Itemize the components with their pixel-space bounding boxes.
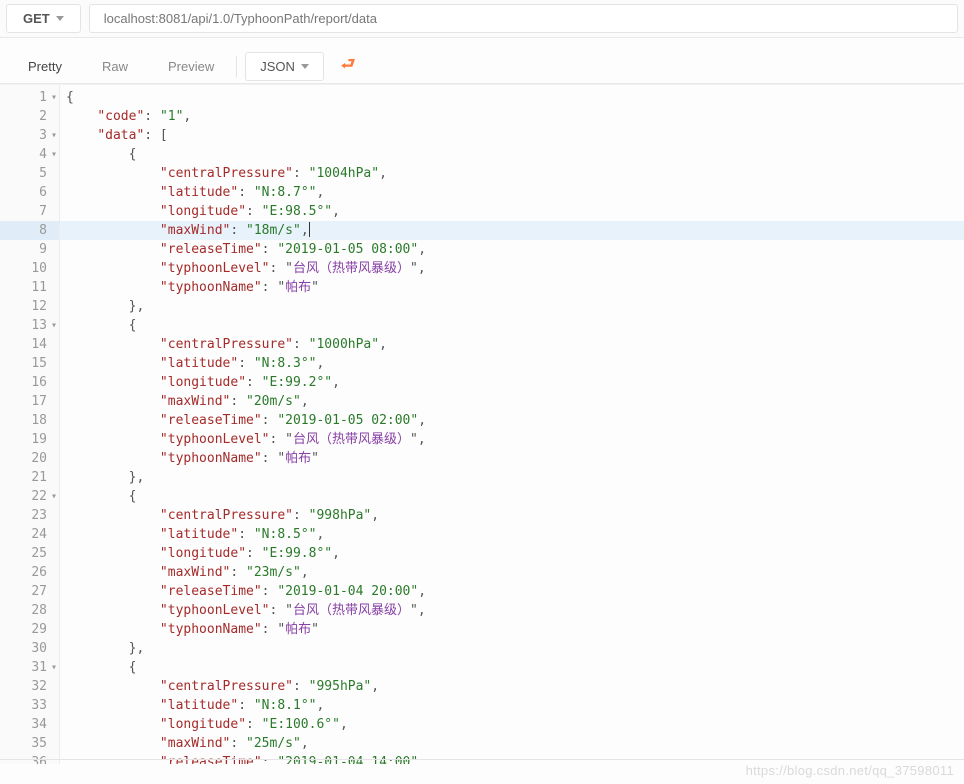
gutter-line[interactable]: 4 (0, 145, 59, 164)
gutter-line: 35 (0, 734, 59, 753)
gutter-line: 18 (0, 411, 59, 430)
http-method-label: GET (23, 11, 50, 26)
json-viewer: 1234567891011121314151617181920212223242… (0, 84, 964, 764)
gutter-line: 6 (0, 183, 59, 202)
gutter-line: 7 (0, 202, 59, 221)
code-line: "longitude": "E:99.2°", (66, 373, 964, 392)
code-line: "releaseTime": "2019-01-05 08:00", (66, 240, 964, 259)
gutter-line: 23 (0, 506, 59, 525)
gutter-line: 17 (0, 392, 59, 411)
url-input[interactable]: localhost:8081/api/1.0/TyphoonPath/repor… (89, 4, 958, 33)
line-gutter: 1234567891011121314151617181920212223242… (0, 85, 60, 764)
code-line: }, (66, 468, 964, 487)
code-line: "data": [ (66, 126, 964, 145)
code-line: { (66, 88, 964, 107)
chevron-down-icon (301, 64, 309, 69)
bottom-border (0, 759, 964, 760)
gutter-line[interactable]: 3 (0, 126, 59, 145)
gutter-line: 5 (0, 164, 59, 183)
code-line: { (66, 658, 964, 677)
spacer (0, 38, 964, 50)
response-tabs: Pretty Raw Preview JSON ⮐ (0, 50, 964, 84)
code-line: "latitude": "N:8.7°", (66, 183, 964, 202)
gutter-line: 24 (0, 525, 59, 544)
code-line: "maxWind": "23m/s", (66, 563, 964, 582)
code-line: "typhoonLevel": "台风（热带风暴级）", (66, 430, 964, 449)
watermark: https://blog.csdn.net/qq_37598011 (746, 763, 954, 778)
code-line: }, (66, 639, 964, 658)
code-line: "latitude": "N:8.1°", (66, 696, 964, 715)
gutter-line: 32 (0, 677, 59, 696)
code-line: "longitude": "E:100.6°", (66, 715, 964, 734)
gutter-line: 15 (0, 354, 59, 373)
url-text: localhost:8081/api/1.0/TyphoonPath/repor… (104, 11, 377, 26)
gutter-line: 19 (0, 430, 59, 449)
code-area[interactable]: { "code": "1", "data": [ { "centralPress… (60, 85, 964, 764)
code-line: "maxWind": "18m/s", (60, 221, 964, 240)
code-line: "code": "1", (66, 107, 964, 126)
code-line: "centralPressure": "1004hPa", (66, 164, 964, 183)
code-line: { (66, 316, 964, 335)
gutter-line: 29 (0, 620, 59, 639)
gutter-line: 10 (0, 259, 59, 278)
wrap-lines-icon[interactable]: ⮐ (334, 50, 362, 83)
gutter-line[interactable]: 22 (0, 487, 59, 506)
request-bar: GET localhost:8081/api/1.0/TyphoonPath/r… (0, 0, 964, 38)
code-line: "longitude": "E:99.8°", (66, 544, 964, 563)
gutter-line: 33 (0, 696, 59, 715)
code-line: "latitude": "N:8.5°", (66, 525, 964, 544)
gutter-line[interactable]: 13 (0, 316, 59, 335)
gutter-line: 8 (0, 221, 59, 240)
format-label: JSON (260, 59, 295, 74)
gutter-line[interactable]: 31 (0, 658, 59, 677)
code-line: "releaseTime": "2019-01-04 20:00", (66, 582, 964, 601)
code-line: "latitude": "N:8.3°", (66, 354, 964, 373)
code-line: "maxWind": "20m/s", (66, 392, 964, 411)
http-method-selector[interactable]: GET (6, 4, 81, 33)
code-line: "typhoonName": "帕布" (66, 278, 964, 297)
code-line: "longitude": "E:98.5°", (66, 202, 964, 221)
tab-divider (236, 56, 237, 78)
gutter-line: 30 (0, 639, 59, 658)
gutter-line: 2 (0, 107, 59, 126)
format-selector[interactable]: JSON (245, 52, 324, 81)
code-line: "typhoonName": "帕布" (66, 620, 964, 639)
gutter-line: 12 (0, 297, 59, 316)
tab-preview[interactable]: Preview (150, 51, 232, 82)
gutter-line: 16 (0, 373, 59, 392)
gutter-line: 26 (0, 563, 59, 582)
tab-raw[interactable]: Raw (84, 51, 146, 82)
code-line: { (66, 487, 964, 506)
code-line: "maxWind": "25m/s", (66, 734, 964, 753)
code-line: "centralPressure": "998hPa", (66, 506, 964, 525)
chevron-down-icon (56, 16, 64, 21)
gutter-line: 11 (0, 278, 59, 297)
gutter-line: 34 (0, 715, 59, 734)
gutter-line: 9 (0, 240, 59, 259)
code-line: "typhoonName": "帕布" (66, 449, 964, 468)
gutter-line: 14 (0, 335, 59, 354)
code-line: "typhoonLevel": "台风（热带风暴级）", (66, 259, 964, 278)
code-line: "centralPressure": "995hPa", (66, 677, 964, 696)
gutter-line: 27 (0, 582, 59, 601)
gutter-line: 20 (0, 449, 59, 468)
gutter-line: 28 (0, 601, 59, 620)
gutter-line: 21 (0, 468, 59, 487)
tab-pretty[interactable]: Pretty (10, 51, 80, 82)
gutter-line[interactable]: 1 (0, 88, 59, 107)
code-line: "releaseTime": "2019-01-05 02:00", (66, 411, 964, 430)
code-line: }, (66, 297, 964, 316)
code-line: { (66, 145, 964, 164)
code-line: "centralPressure": "1000hPa", (66, 335, 964, 354)
code-line: "typhoonLevel": "台风（热带风暴级）", (66, 601, 964, 620)
gutter-line: 25 (0, 544, 59, 563)
